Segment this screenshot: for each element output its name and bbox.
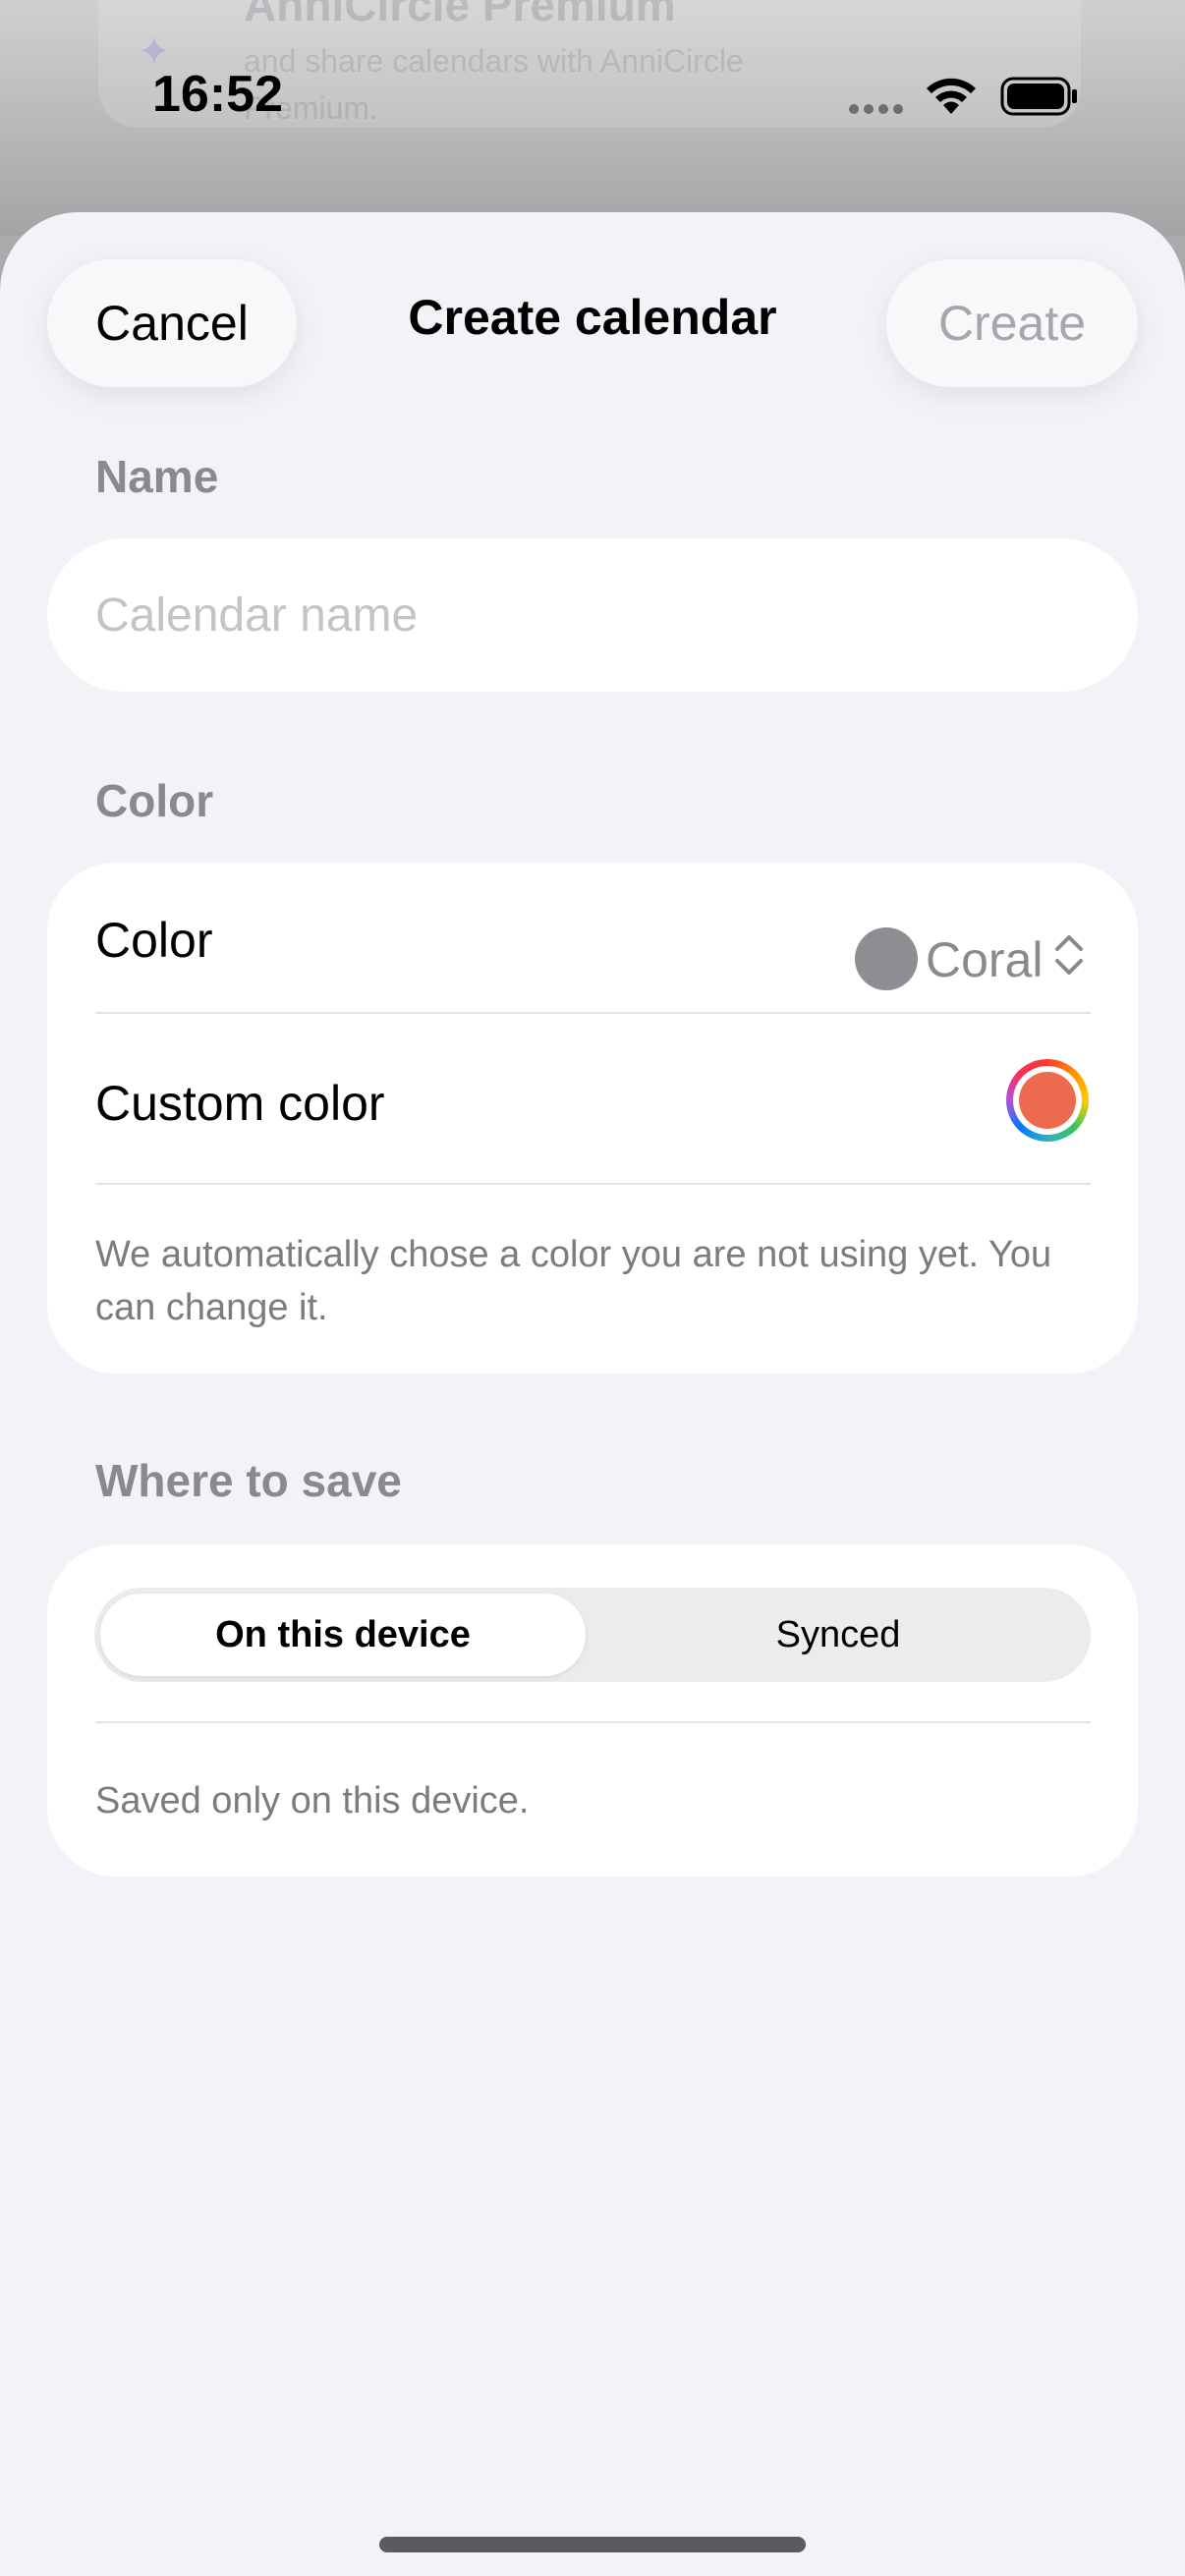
color-card: Color Coral Custom color We automaticall… <box>47 863 1138 1373</box>
color-section-label: Color <box>95 775 214 826</box>
home-indicator <box>379 2537 806 2552</box>
segment-synced[interactable]: Synced <box>595 1594 1081 1676</box>
custom-color-label: Custom color <box>95 1076 385 1131</box>
save-location-card: On this device Synced Saved only on this… <box>47 1544 1138 1876</box>
create-calendar-sheet: Cancel Create calendar Create Name Color <box>0 212 1185 2576</box>
color-picker[interactable]: Coral <box>833 882 1128 1000</box>
divider <box>95 1721 1091 1723</box>
color-wheel-ring <box>1013 1066 1082 1135</box>
save-footnote: Saved only on this device. <box>95 1780 530 1821</box>
save-location-segmented-control: On this device Synced <box>94 1588 1091 1682</box>
name-section-label: Name <box>95 451 219 502</box>
create-button[interactable]: Create <box>886 259 1138 387</box>
custom-color-dot <box>1019 1072 1076 1129</box>
wifi-icon <box>927 78 976 114</box>
color-row-label: Color <box>95 913 213 968</box>
where-to-save-label: Where to save <box>95 1455 402 1506</box>
status-time: 16:52 <box>152 66 283 123</box>
custom-color-wheel-button[interactable] <box>1006 1059 1089 1142</box>
color-swatch <box>855 927 918 990</box>
selected-color-value: Coral <box>926 932 1044 987</box>
battery-icon <box>1000 77 1077 116</box>
chevron-up-down-icon <box>1055 935 1083 975</box>
calendar-name-input[interactable] <box>47 538 1138 692</box>
status-bar: 16:52 <box>0 0 1185 196</box>
color-footnote: We automatically chose a color you are n… <box>95 1234 1052 1328</box>
divider <box>95 1183 1091 1185</box>
cellular-signal-icon <box>849 104 903 114</box>
divider <box>95 1012 1091 1014</box>
segment-on-this-device[interactable]: On this device <box>100 1594 586 1676</box>
